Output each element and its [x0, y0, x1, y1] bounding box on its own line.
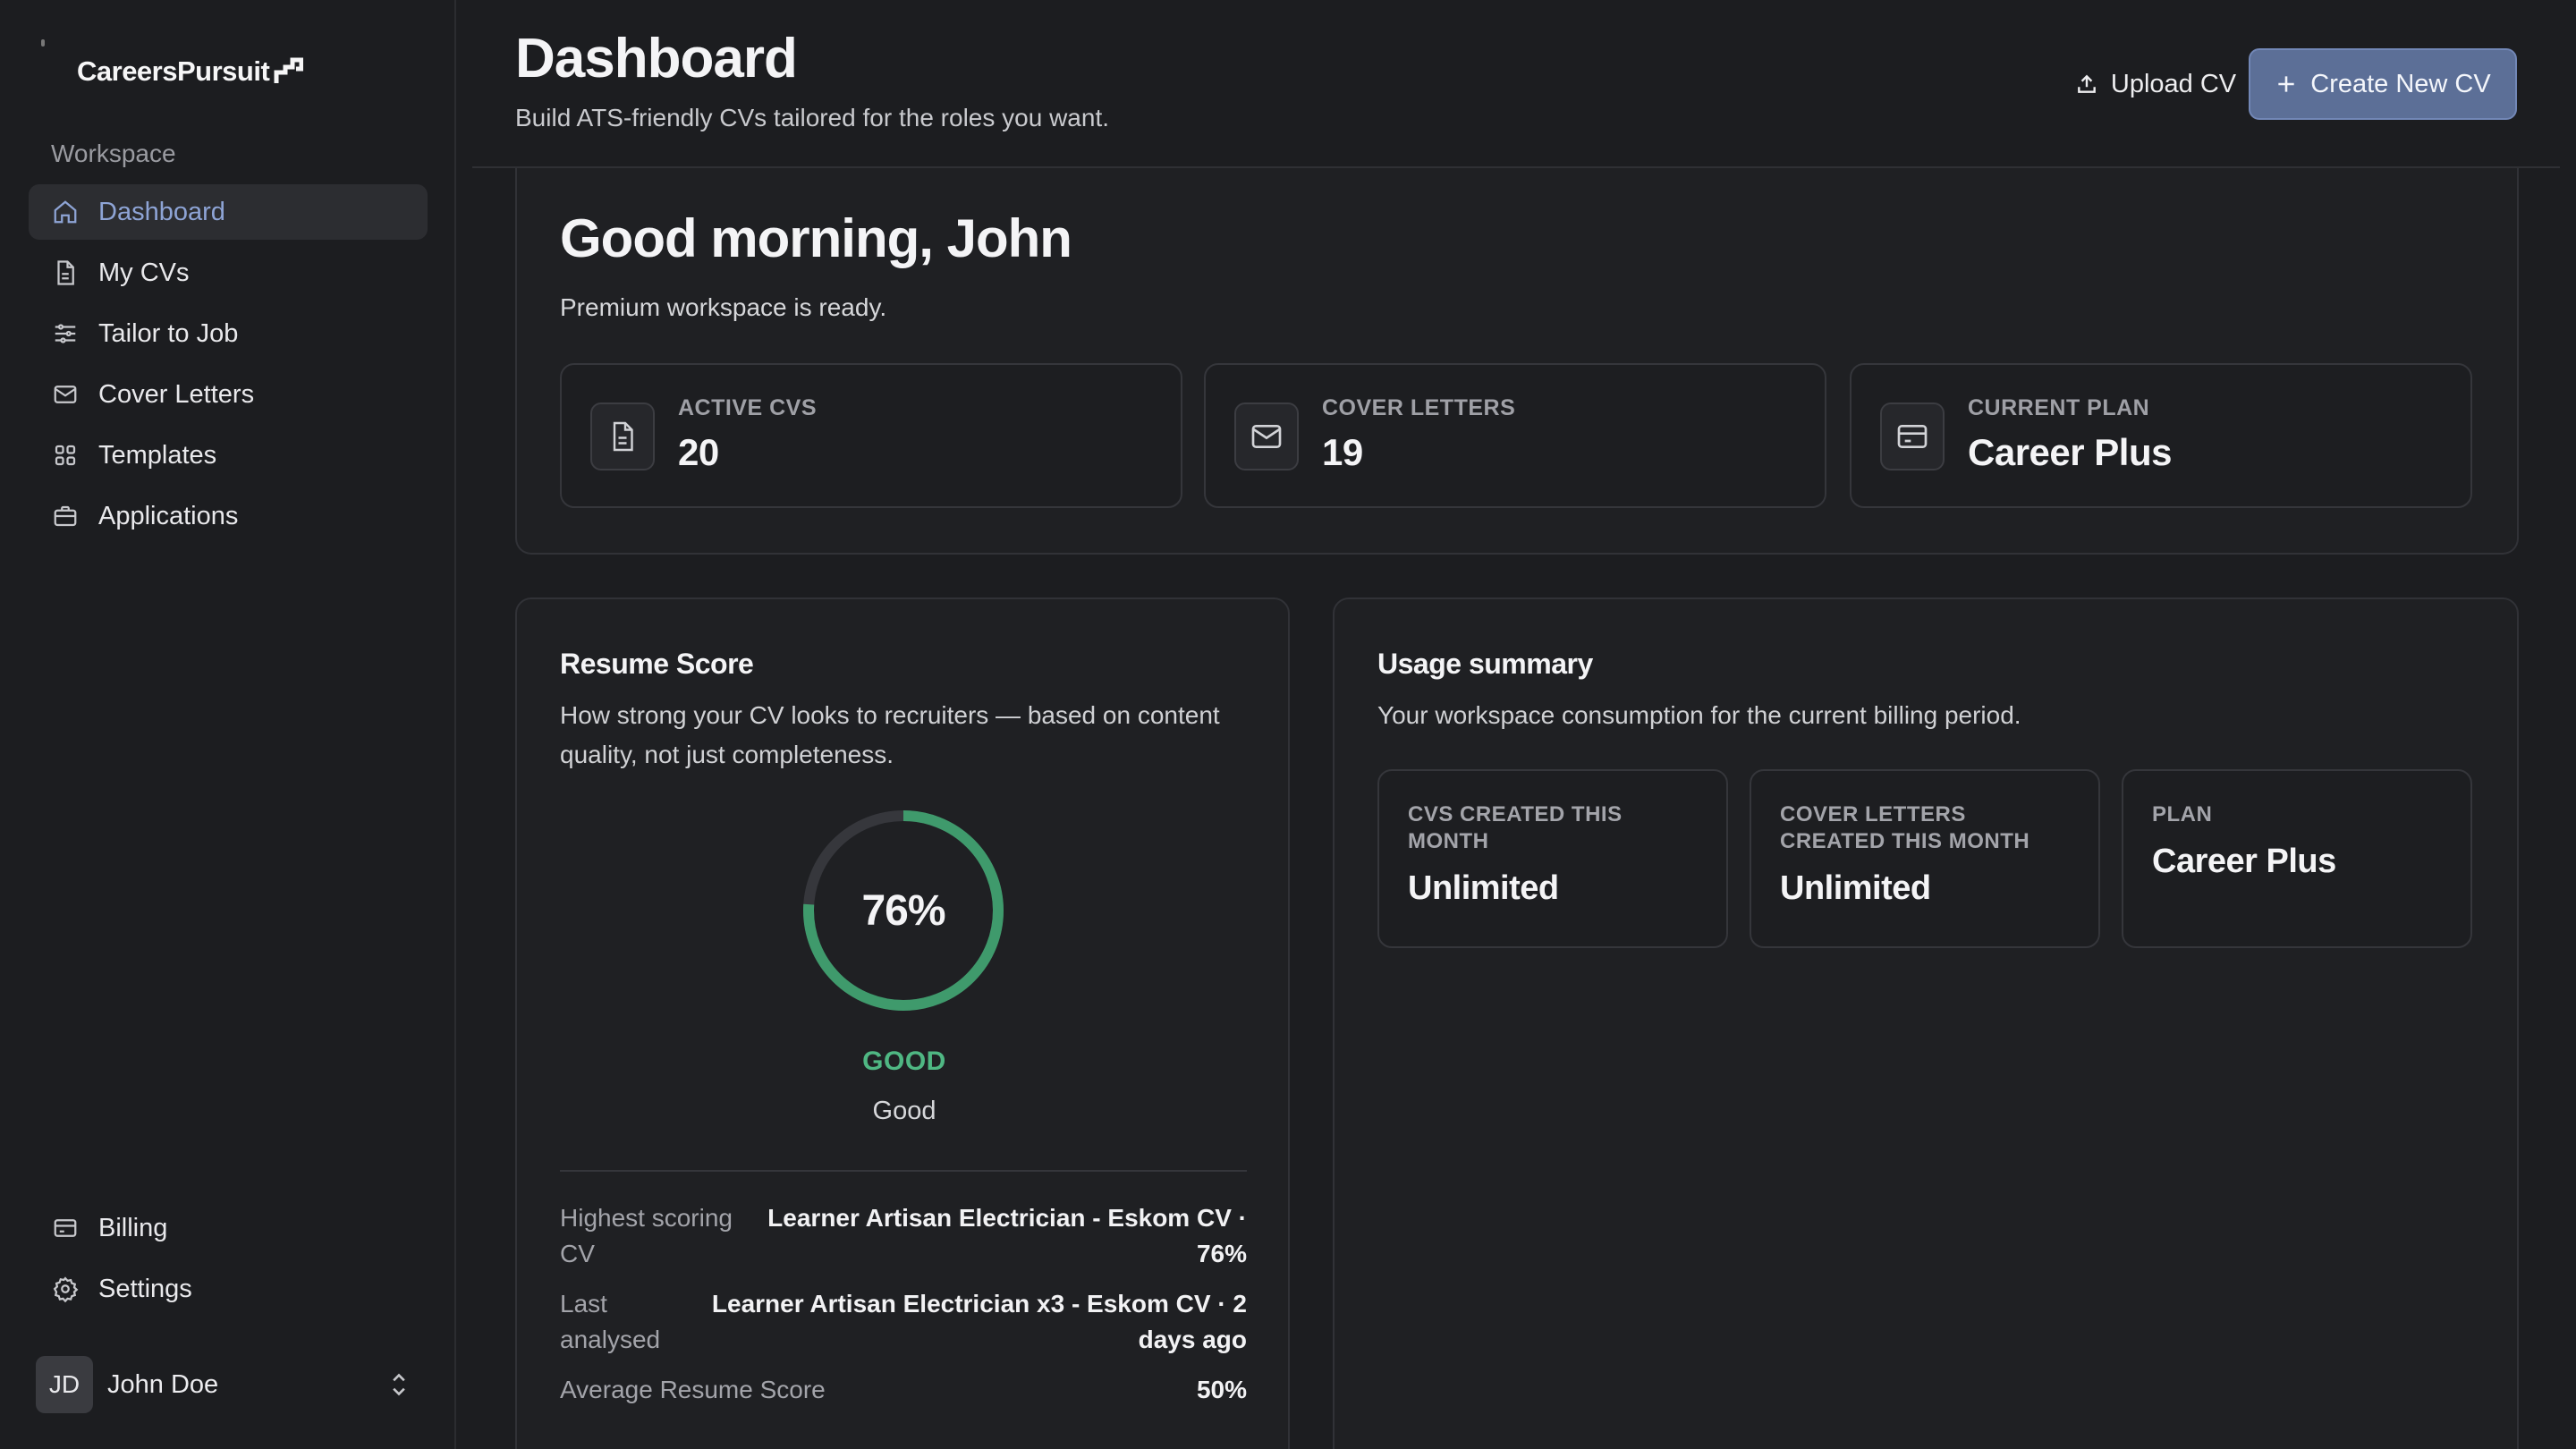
detail-value: Learner Artisan Electrician x3 - Eskom C… [711, 1290, 1247, 1353]
stat-icon-box [590, 402, 655, 470]
sidebar-item-settings[interactable]: Settings [29, 1261, 428, 1317]
upload-cv-button[interactable]: Upload CV [2039, 48, 2272, 120]
plus-icon [2278, 76, 2294, 92]
sidebar-item-label: Applications [98, 501, 239, 530]
document-icon [57, 260, 74, 285]
detail-last-analysed: Last analysed Learner Artisan Electricia… [560, 1286, 1247, 1358]
mail-icon [54, 386, 77, 403]
user-menu[interactable]: JD John Doe [36, 1356, 411, 1413]
sidebar-item-label: Billing [98, 1213, 168, 1242]
sliders-icon [55, 324, 76, 343]
detail-value: 50% [1196, 1376, 1247, 1403]
resume-score-title: Resume Score [560, 648, 754, 680]
stat-cover-letters: COVER LETTERS 19 [1204, 363, 1826, 508]
detail-highest-scoring: Highest scoring CV Learner Artisan Elect… [560, 1200, 1247, 1272]
resume-score-description: How strong your CV looks to recruiters —… [560, 701, 1220, 768]
gear-icon [53, 1276, 79, 1302]
usage-stat-value: Unlimited [1408, 869, 1559, 907]
upload-icon [2078, 74, 2096, 93]
sidebar: CareersPursuit Workspace Dashboard My CV… [0, 0, 456, 1449]
usage-stat-label: CVS CREATED THIS MONTH [1408, 802, 1623, 853]
page-header: Dashboard Build ATS-friendly CVs tailore… [472, 0, 2560, 168]
greeting: Good morning, John [560, 208, 1072, 268]
credit-card-icon [1897, 425, 1928, 448]
sidebar-item-label: Templates [98, 440, 217, 470]
score-ring: 76% [798, 805, 1009, 1016]
score-grade: GOOD [862, 1046, 946, 1076]
usage-summary-card: Usage summary Your workspace consumption… [1333, 597, 2519, 1449]
stat-value: 20 [678, 431, 719, 473]
detail-label: Last analysed [560, 1290, 661, 1353]
document-icon [613, 421, 633, 452]
usage-stat-cover-letters: COVER LETTERS CREATED THIS MONTH Unlimit… [1750, 769, 2100, 948]
sidebar-nav: Dashboard My CVs Tailor to Job Cover Let… [29, 184, 428, 549]
detail-label: Average Resume Score [560, 1376, 826, 1403]
sidebar-item-billing[interactable]: Billing [29, 1200, 428, 1256]
page-title: Dashboard [515, 28, 798, 89]
score-grade-text: Good [872, 1097, 936, 1125]
create-new-cv-button[interactable]: Create New CV [2249, 48, 2517, 120]
usage-stat-label: COVER LETTERS CREATED THIS MONTH [1780, 802, 2030, 853]
sidebar-item-applications[interactable]: Applications [29, 488, 428, 544]
mail-icon [1251, 425, 1282, 448]
stat-icon-box [1880, 402, 1945, 470]
upload-cv-label: Upload CV [2110, 69, 2237, 98]
sidebar-item-dashboard[interactable]: Dashboard [29, 184, 428, 240]
usage-stat-value: Career Plus [2152, 843, 2336, 880]
stat-current-plan: CURRENT PLAN Career Plus [1850, 363, 2472, 508]
divider [560, 1170, 1247, 1172]
stat-value: Career Plus [1968, 431, 2172, 473]
detail-label: Highest scoring CV [560, 1204, 733, 1267]
sidebar-item-my-cvs[interactable]: My CVs [29, 245, 428, 301]
app-logo[interactable]: CareersPursuit [77, 55, 304, 88]
logo-arrow-icon [274, 57, 304, 83]
home-icon [54, 200, 77, 224]
stat-active-cvs: ACTIVE CVS 20 [560, 363, 1182, 508]
sidebar-item-label: Dashboard [98, 197, 225, 226]
usage-stat-plan: PLAN Career Plus [2122, 769, 2472, 948]
usage-title: Usage summary [1377, 648, 1593, 680]
sidebar-item-label: Tailor to Job [98, 318, 239, 348]
user-name: John Doe [107, 1369, 219, 1399]
detail-value: Learner Artisan Electrician - Eskom CV ·… [767, 1204, 1247, 1267]
sidebar-item-tailor-to-job[interactable]: Tailor to Job [29, 306, 428, 361]
resume-score-card: Resume Score How strong your CV looks to… [515, 597, 1290, 1449]
stat-label: CURRENT PLAN [1968, 395, 2150, 420]
sidebar-item-label: My CVs [98, 258, 190, 287]
credit-card-icon [54, 1219, 77, 1237]
sidebar-item-label: Cover Letters [98, 379, 255, 409]
greeting-subtitle: Premium workspace is ready. [560, 293, 887, 321]
stat-label: COVER LETTERS [1322, 395, 1516, 420]
usage-stat-cvs: CVS CREATED THIS MONTH Unlimited [1377, 769, 1728, 948]
avatar: JD [36, 1356, 93, 1413]
stat-value: 19 [1322, 431, 1363, 473]
detail-average-score: Average Resume Score 50% [560, 1372, 1247, 1408]
sidebar-item-cover-letters[interactable]: Cover Letters [29, 367, 428, 422]
grid-icon [55, 445, 76, 466]
sidebar-bottom-nav: Billing Settings [29, 1200, 428, 1322]
window-marker [41, 39, 45, 47]
welcome-card: Good morning, John Premium workspace is … [515, 168, 2519, 555]
sidebar-item-label: Settings [98, 1274, 192, 1303]
briefcase-icon [54, 505, 77, 527]
sidebar-item-templates[interactable]: Templates [29, 428, 428, 483]
stat-icon-box [1234, 402, 1299, 470]
workspace-label: Workspace [51, 140, 176, 167]
stat-label: ACTIVE CVS [678, 395, 818, 420]
chevron-up-down-icon[interactable] [386, 1369, 411, 1400]
usage-description: Your workspace consumption for the curre… [1377, 701, 2021, 729]
create-new-cv-label: Create New CV [2310, 69, 2491, 98]
usage-stat-label: PLAN [2152, 802, 2213, 826]
score-percent: 76% [861, 886, 945, 935]
page-subtitle: Build ATS-friendly CVs tailored for the … [515, 104, 1110, 131]
usage-stat-value: Unlimited [1780, 869, 1931, 907]
app-name: CareersPursuit [77, 55, 270, 87]
